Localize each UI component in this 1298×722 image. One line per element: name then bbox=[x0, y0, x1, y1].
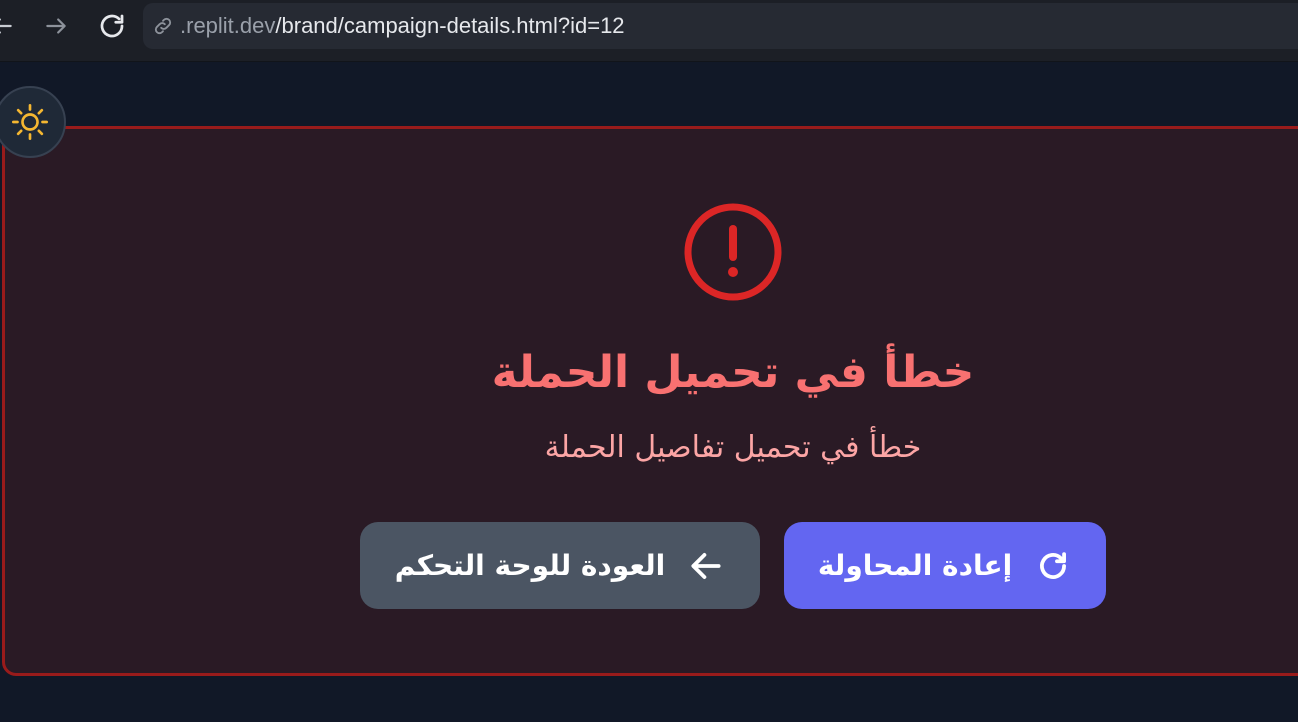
forward-button[interactable] bbox=[40, 10, 72, 42]
link-icon bbox=[152, 15, 174, 37]
error-message: خطأ في تحميل تفاصيل الحملة bbox=[544, 430, 922, 465]
arrow-right-icon bbox=[46, 18, 66, 34]
error-title: خطأ في تحميل الحملة bbox=[491, 347, 975, 398]
url-text: .replit.dev/brand/campaign-details.html?… bbox=[180, 13, 625, 39]
arrow-left-icon bbox=[687, 547, 725, 585]
reload-icon bbox=[100, 14, 124, 38]
retry-label: إعادة المحاولة bbox=[817, 549, 1013, 582]
url-host: .replit.dev bbox=[180, 13, 276, 38]
exclamation-circle-icon bbox=[684, 203, 782, 301]
reload-button[interactable] bbox=[96, 10, 128, 42]
refresh-icon bbox=[1034, 547, 1072, 585]
page-content: خطأ في تحميل الحملة خطأ في تحميل تفاصيل … bbox=[0, 62, 1298, 722]
browser-toolbar: .replit.dev/brand/campaign-details.html?… bbox=[0, 0, 1298, 62]
back-to-dashboard-button[interactable]: العودة للوحة التحكم bbox=[360, 522, 760, 609]
url-path: /brand/campaign-details.html?id=12 bbox=[275, 13, 625, 38]
address-bar[interactable]: .replit.dev/brand/campaign-details.html?… bbox=[143, 3, 1298, 49]
sun-icon bbox=[12, 104, 49, 141]
back-button[interactable] bbox=[0, 10, 18, 42]
back-to-dashboard-label: العودة للوحة التحكم bbox=[394, 549, 666, 582]
arrow-left-icon bbox=[0, 18, 12, 34]
retry-button[interactable]: إعادة المحاولة bbox=[784, 522, 1106, 609]
